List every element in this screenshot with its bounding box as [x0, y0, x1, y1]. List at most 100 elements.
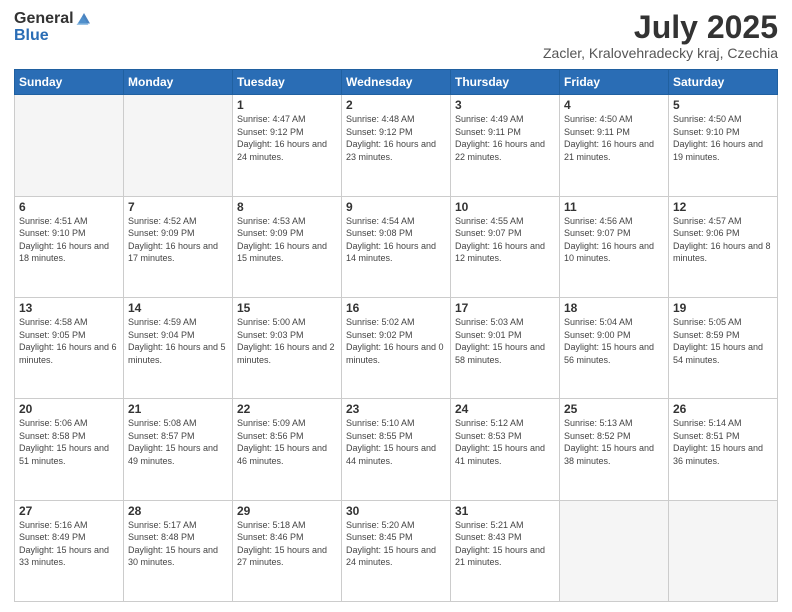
- day-number: 1: [237, 98, 337, 112]
- day-number: 27: [19, 504, 119, 518]
- table-row: 24Sunrise: 5:12 AMSunset: 8:53 PMDayligh…: [451, 399, 560, 500]
- day-info: Sunrise: 5:16 AMSunset: 8:49 PMDaylight:…: [19, 519, 119, 569]
- day-info: Sunrise: 5:18 AMSunset: 8:46 PMDaylight:…: [237, 519, 337, 569]
- logo-icon: [75, 10, 93, 28]
- table-row: 12Sunrise: 4:57 AMSunset: 9:06 PMDayligh…: [669, 196, 778, 297]
- table-row: 27Sunrise: 5:16 AMSunset: 8:49 PMDayligh…: [15, 500, 124, 601]
- logo-blue: Blue: [14, 28, 49, 44]
- day-info: Sunrise: 4:55 AMSunset: 9:07 PMDaylight:…: [455, 215, 555, 265]
- col-tuesday: Tuesday: [233, 70, 342, 95]
- day-info: Sunrise: 5:17 AMSunset: 8:48 PMDaylight:…: [128, 519, 228, 569]
- day-number: 26: [673, 402, 773, 416]
- day-info: Sunrise: 5:08 AMSunset: 8:57 PMDaylight:…: [128, 417, 228, 467]
- table-row: 23Sunrise: 5:10 AMSunset: 8:55 PMDayligh…: [342, 399, 451, 500]
- calendar-row: 20Sunrise: 5:06 AMSunset: 8:58 PMDayligh…: [15, 399, 778, 500]
- day-number: 14: [128, 301, 228, 315]
- day-number: 7: [128, 200, 228, 214]
- table-row: 8Sunrise: 4:53 AMSunset: 9:09 PMDaylight…: [233, 196, 342, 297]
- day-info: Sunrise: 4:58 AMSunset: 9:05 PMDaylight:…: [19, 316, 119, 366]
- day-info: Sunrise: 4:56 AMSunset: 9:07 PMDaylight:…: [564, 215, 664, 265]
- day-number: 6: [19, 200, 119, 214]
- table-row: [124, 95, 233, 196]
- table-row: 6Sunrise: 4:51 AMSunset: 9:10 PMDaylight…: [15, 196, 124, 297]
- col-monday: Monday: [124, 70, 233, 95]
- table-row: 30Sunrise: 5:20 AMSunset: 8:45 PMDayligh…: [342, 500, 451, 601]
- day-info: Sunrise: 5:12 AMSunset: 8:53 PMDaylight:…: [455, 417, 555, 467]
- header: General Blue July 2025 Zacler, Kralovehr…: [14, 10, 778, 61]
- day-number: 13: [19, 301, 119, 315]
- calendar-header-row: Sunday Monday Tuesday Wednesday Thursday…: [15, 70, 778, 95]
- day-number: 17: [455, 301, 555, 315]
- day-info: Sunrise: 4:49 AMSunset: 9:11 PMDaylight:…: [455, 113, 555, 163]
- day-info: Sunrise: 4:53 AMSunset: 9:09 PMDaylight:…: [237, 215, 337, 265]
- table-row: 16Sunrise: 5:02 AMSunset: 9:02 PMDayligh…: [342, 297, 451, 398]
- table-row: 21Sunrise: 5:08 AMSunset: 8:57 PMDayligh…: [124, 399, 233, 500]
- table-row: 14Sunrise: 4:59 AMSunset: 9:04 PMDayligh…: [124, 297, 233, 398]
- day-info: Sunrise: 4:50 AMSunset: 9:11 PMDaylight:…: [564, 113, 664, 163]
- page: General Blue July 2025 Zacler, Kralovehr…: [0, 0, 792, 612]
- day-info: Sunrise: 4:54 AMSunset: 9:08 PMDaylight:…: [346, 215, 446, 265]
- table-row: 20Sunrise: 5:06 AMSunset: 8:58 PMDayligh…: [15, 399, 124, 500]
- table-row: 3Sunrise: 4:49 AMSunset: 9:11 PMDaylight…: [451, 95, 560, 196]
- title-block: July 2025 Zacler, Kralovehradecky kraj, …: [543, 10, 778, 61]
- day-info: Sunrise: 4:59 AMSunset: 9:04 PMDaylight:…: [128, 316, 228, 366]
- day-info: Sunrise: 5:14 AMSunset: 8:51 PMDaylight:…: [673, 417, 773, 467]
- day-info: Sunrise: 5:03 AMSunset: 9:01 PMDaylight:…: [455, 316, 555, 366]
- day-number: 16: [346, 301, 446, 315]
- calendar-row: 13Sunrise: 4:58 AMSunset: 9:05 PMDayligh…: [15, 297, 778, 398]
- table-row: [15, 95, 124, 196]
- day-number: 11: [564, 200, 664, 214]
- table-row: 25Sunrise: 5:13 AMSunset: 8:52 PMDayligh…: [560, 399, 669, 500]
- table-row: [669, 500, 778, 601]
- day-number: 9: [346, 200, 446, 214]
- day-number: 20: [19, 402, 119, 416]
- table-row: 26Sunrise: 5:14 AMSunset: 8:51 PMDayligh…: [669, 399, 778, 500]
- table-row: 11Sunrise: 4:56 AMSunset: 9:07 PMDayligh…: [560, 196, 669, 297]
- table-row: 5Sunrise: 4:50 AMSunset: 9:10 PMDaylight…: [669, 95, 778, 196]
- day-number: 2: [346, 98, 446, 112]
- day-info: Sunrise: 4:48 AMSunset: 9:12 PMDaylight:…: [346, 113, 446, 163]
- table-row: 15Sunrise: 5:00 AMSunset: 9:03 PMDayligh…: [233, 297, 342, 398]
- day-info: Sunrise: 5:13 AMSunset: 8:52 PMDaylight:…: [564, 417, 664, 467]
- logo: General Blue: [14, 10, 93, 44]
- day-info: Sunrise: 4:51 AMSunset: 9:10 PMDaylight:…: [19, 215, 119, 265]
- day-number: 25: [564, 402, 664, 416]
- table-row: 19Sunrise: 5:05 AMSunset: 8:59 PMDayligh…: [669, 297, 778, 398]
- col-wednesday: Wednesday: [342, 70, 451, 95]
- table-row: 31Sunrise: 5:21 AMSunset: 8:43 PMDayligh…: [451, 500, 560, 601]
- table-row: 28Sunrise: 5:17 AMSunset: 8:48 PMDayligh…: [124, 500, 233, 601]
- calendar-row: 6Sunrise: 4:51 AMSunset: 9:10 PMDaylight…: [15, 196, 778, 297]
- logo-general: General: [14, 11, 74, 27]
- table-row: 10Sunrise: 4:55 AMSunset: 9:07 PMDayligh…: [451, 196, 560, 297]
- col-thursday: Thursday: [451, 70, 560, 95]
- table-row: 1Sunrise: 4:47 AMSunset: 9:12 PMDaylight…: [233, 95, 342, 196]
- day-info: Sunrise: 5:04 AMSunset: 9:00 PMDaylight:…: [564, 316, 664, 366]
- day-number: 5: [673, 98, 773, 112]
- day-info: Sunrise: 5:09 AMSunset: 8:56 PMDaylight:…: [237, 417, 337, 467]
- col-sunday: Sunday: [15, 70, 124, 95]
- day-number: 4: [564, 98, 664, 112]
- day-info: Sunrise: 5:21 AMSunset: 8:43 PMDaylight:…: [455, 519, 555, 569]
- table-row: 18Sunrise: 5:04 AMSunset: 9:00 PMDayligh…: [560, 297, 669, 398]
- day-info: Sunrise: 4:52 AMSunset: 9:09 PMDaylight:…: [128, 215, 228, 265]
- day-number: 3: [455, 98, 555, 112]
- day-number: 10: [455, 200, 555, 214]
- day-number: 23: [346, 402, 446, 416]
- day-number: 8: [237, 200, 337, 214]
- day-number: 12: [673, 200, 773, 214]
- day-info: Sunrise: 4:50 AMSunset: 9:10 PMDaylight:…: [673, 113, 773, 163]
- day-number: 22: [237, 402, 337, 416]
- table-row: 29Sunrise: 5:18 AMSunset: 8:46 PMDayligh…: [233, 500, 342, 601]
- day-info: Sunrise: 5:00 AMSunset: 9:03 PMDaylight:…: [237, 316, 337, 366]
- day-info: Sunrise: 5:02 AMSunset: 9:02 PMDaylight:…: [346, 316, 446, 366]
- day-number: 28: [128, 504, 228, 518]
- day-number: 30: [346, 504, 446, 518]
- table-row: 4Sunrise: 4:50 AMSunset: 9:11 PMDaylight…: [560, 95, 669, 196]
- day-number: 18: [564, 301, 664, 315]
- table-row: 2Sunrise: 4:48 AMSunset: 9:12 PMDaylight…: [342, 95, 451, 196]
- table-row: 17Sunrise: 5:03 AMSunset: 9:01 PMDayligh…: [451, 297, 560, 398]
- day-info: Sunrise: 4:57 AMSunset: 9:06 PMDaylight:…: [673, 215, 773, 265]
- col-saturday: Saturday: [669, 70, 778, 95]
- calendar-table: Sunday Monday Tuesday Wednesday Thursday…: [14, 69, 778, 602]
- day-number: 21: [128, 402, 228, 416]
